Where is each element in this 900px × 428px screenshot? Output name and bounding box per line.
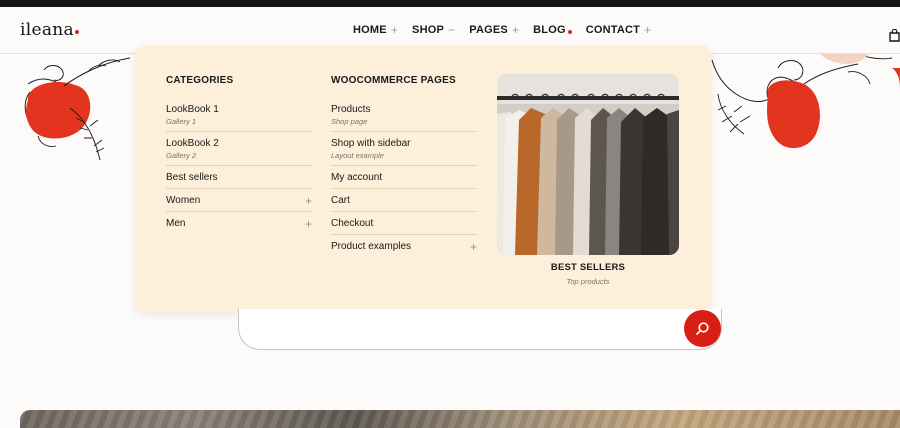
woocommerce-heading: WOOCOMMERCE PAGES xyxy=(331,75,456,86)
menu-item-cart[interactable]: Cart xyxy=(331,189,477,212)
nav-label: HOME xyxy=(353,24,387,36)
menu-item-products[interactable]: Products Shop page xyxy=(331,98,477,132)
floral-illustration-right xyxy=(711,54,900,149)
menu-item-sub: Gallery 1 xyxy=(166,117,197,126)
plus-icon[interactable]: + xyxy=(305,195,312,207)
shopping-bag-icon[interactable] xyxy=(889,29,900,42)
menu-item-label: Product examples xyxy=(331,241,412,252)
menu-item-label: Shop with sidebar xyxy=(331,138,411,149)
logo-dot xyxy=(74,30,79,34)
menu-item-sub: Layout example xyxy=(331,151,384,160)
nav-pages[interactable]: PAGES + xyxy=(469,24,519,36)
dot-icon xyxy=(567,29,572,34)
nav-home[interactable]: HOME + xyxy=(353,24,398,36)
menu-item-lookbook-1[interactable]: LookBook 1 Gallery 1 xyxy=(166,98,312,132)
promo-subtitle: Top products xyxy=(566,277,610,286)
menu-item-label: My account xyxy=(331,172,383,183)
menu-item-label: Checkout xyxy=(331,218,374,229)
search-button[interactable] xyxy=(684,310,721,347)
search-input[interactable] xyxy=(253,309,673,349)
nav-contact[interactable]: CONTACT + xyxy=(586,24,652,36)
plus-icon: + xyxy=(644,23,652,37)
plus-icon[interactable]: + xyxy=(470,241,477,253)
menu-item-label: Cart xyxy=(331,195,350,206)
nav-label: PAGES xyxy=(469,24,508,36)
best-sellers-image[interactable] xyxy=(497,74,679,255)
menu-item-best-sellers[interactable]: Best sellers xyxy=(166,166,312,189)
hero-banner-image xyxy=(20,410,900,428)
top-bar xyxy=(0,0,900,7)
search-icon xyxy=(696,322,709,335)
menu-item-label: Women xyxy=(166,195,201,206)
shop-mega-menu: CATEGORIES LookBook 1 Gallery 1 LookBook… xyxy=(135,46,711,312)
categories-heading: CATEGORIES xyxy=(166,75,234,86)
menu-item-product-examples[interactable]: Product examples + xyxy=(331,235,477,257)
minus-icon: − xyxy=(448,23,456,37)
menu-item-label: Men xyxy=(166,218,186,229)
menu-item-men[interactable]: Men + xyxy=(166,212,312,234)
nav-label: CONTACT xyxy=(585,24,641,36)
menu-item-label: LookBook 2 xyxy=(166,138,219,149)
menu-item-shop-with-sidebar[interactable]: Shop with sidebar Layout example xyxy=(331,132,477,166)
menu-item-checkout[interactable]: Checkout xyxy=(331,212,477,235)
menu-item-women[interactable]: Women + xyxy=(166,189,312,212)
menu-item-label: Best sellers xyxy=(166,172,218,183)
menu-item-label: Products xyxy=(331,104,371,115)
nav-blog[interactable]: BLOG xyxy=(533,24,572,36)
nav-shop[interactable]: SHOP − xyxy=(412,24,455,36)
main-nav: HOME + SHOP − PAGES + BLOG CONTACT + xyxy=(353,24,665,36)
menu-item-label: LookBook 1 xyxy=(166,104,219,115)
menu-item-lookbook-2[interactable]: LookBook 2 Gallery 2 xyxy=(166,132,312,166)
plus-icon[interactable]: + xyxy=(305,218,312,230)
woocommerce-list: Products Shop page Shop with sidebar Lay… xyxy=(331,98,477,257)
promo-title[interactable]: BEST SELLERS xyxy=(497,262,679,273)
logo[interactable]: ileana xyxy=(20,20,79,40)
clothing-rack-photo xyxy=(497,74,679,255)
menu-item-sub: Gallery 2 xyxy=(166,151,197,160)
menu-item-my-account[interactable]: My account xyxy=(331,166,477,189)
plus-icon: + xyxy=(390,23,399,37)
plus-icon: + xyxy=(511,23,520,37)
search-bar xyxy=(238,309,722,350)
categories-list: LookBook 1 Gallery 1 LookBook 2 Gallery … xyxy=(166,98,312,234)
nav-label: BLOG xyxy=(533,24,566,36)
menu-item-sub: Shop page xyxy=(331,117,368,126)
nav-label: SHOP xyxy=(412,24,445,36)
floral-illustration-left xyxy=(24,57,131,161)
